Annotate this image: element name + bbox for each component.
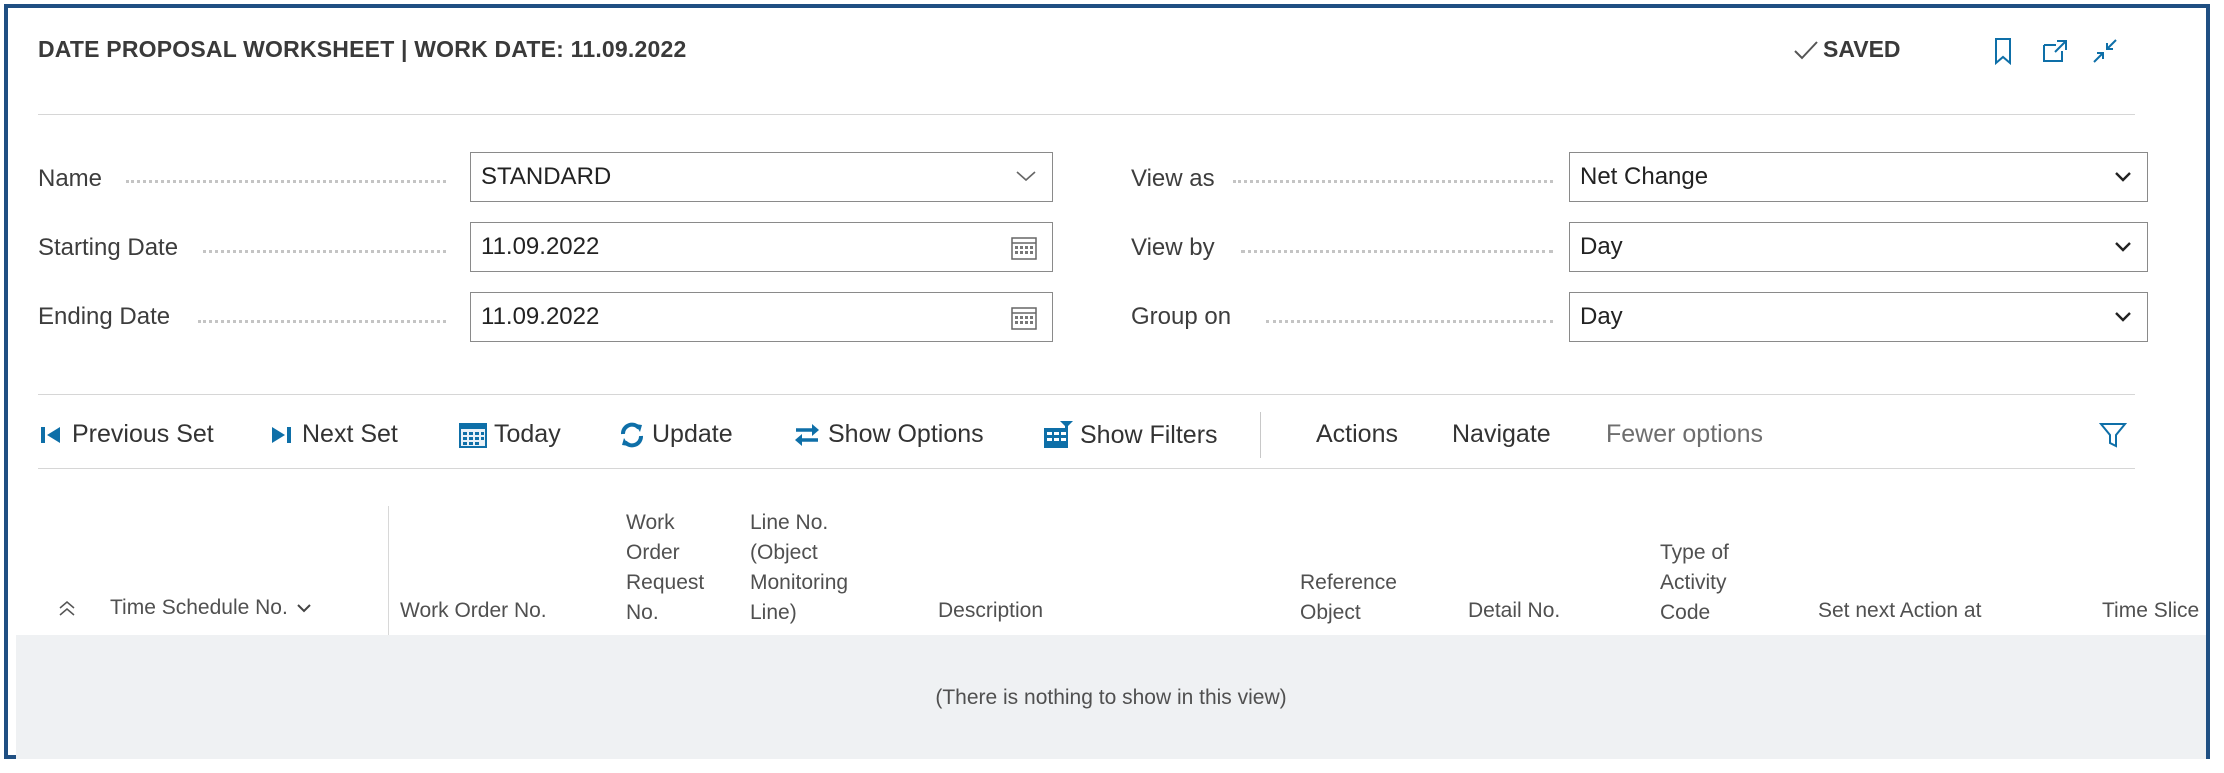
filter-icon[interactable] [2098,420,2128,450]
refresh-icon [621,422,643,447]
list-body: (There is nothing to show in this view) [16,635,2206,759]
view-as-value: Net Change [1580,163,1709,190]
empty-state-message: (There is nothing to show in this view) [935,686,1287,709]
chevron-down-icon[interactable] [2113,240,2133,254]
header-line: Line No. [750,511,829,534]
column-header-reference-object[interactable]: Reference Object [1300,568,1397,628]
open-new-window-icon[interactable] [2040,36,2070,66]
fewer-options-label: Fewer options [1606,420,1764,448]
today-button[interactable]: Today [458,420,561,449]
column-header-work-order-no[interactable]: Work Order No. [400,596,547,626]
column-divider [388,506,389,635]
calendar-icon[interactable] [1010,305,1038,331]
column-header-time-slice[interactable]: Time Slice [2102,596,2199,626]
bookmark-icon[interactable] [1988,36,2018,66]
column-header-description[interactable]: Description [938,596,1043,626]
starting-date-value: 11.09.2022 [481,233,600,260]
header-line: Work [626,511,675,534]
chevron-down-icon[interactable] [2113,310,2133,324]
page-title: DATE PROPOSAL WORKSHEET | WORK DATE: 11.… [38,36,687,62]
column-header-detail-no[interactable]: Detail No. [1468,596,1560,626]
column-header-set-next-action-at[interactable]: Set next Action at [1818,596,1981,626]
previous-set-button[interactable]: Previous Set [38,420,214,449]
column-header-line-no[interactable]: Line No. (Object Monitoring Line) [750,508,848,628]
leader-dots [198,320,446,323]
view-by-value: Day [1580,233,1623,260]
header-line: No. [626,601,659,624]
leader-dots [1266,320,1553,323]
checkmark-icon [1794,40,1818,59]
ending-date-label: Ending Date [38,303,171,330]
calendar-icon[interactable] [1010,235,1038,261]
chevron-down-icon[interactable] [2113,170,2133,184]
collapse-icon[interactable] [2090,36,2120,66]
toolbar-top-divider [38,394,2135,395]
actions-label: Actions [1316,420,1398,448]
header-line: Activity [1660,571,1727,594]
group-on-label: Group on [1131,303,1232,330]
next-set-button[interactable]: Next Set [268,420,398,449]
show-filters-button[interactable]: Show Filters [1042,420,1218,450]
view-by-select[interactable]: Day [1569,222,2148,272]
header-line: Reference [1300,571,1397,594]
show-options-button[interactable]: Show Options [792,420,984,449]
header-line: Monitoring [750,571,849,594]
header-line: (Object [750,541,818,564]
actions-menu[interactable]: Actions [1316,420,1398,449]
header-line: Type of [1660,541,1729,564]
header-line: Line) [750,601,797,624]
next-set-icon [272,426,291,443]
view-by-label: View by [1131,234,1215,261]
header-line: Object [1300,601,1361,624]
calendar-today-icon [459,422,487,448]
navigate-menu[interactable]: Navigate [1452,420,1551,449]
show-options-label: Show Options [828,420,984,448]
saved-status: SAVED [1793,36,1901,63]
name-field[interactable]: STANDARD [470,152,1053,202]
previous-set-icon [41,426,60,443]
header-line: Order [626,541,680,564]
today-label: Today [494,420,561,448]
header-divider [38,114,2135,115]
toolbar-separator [1260,412,1261,458]
starting-date-field[interactable]: 11.09.2022 [470,222,1053,272]
next-set-label: Next Set [302,420,398,448]
saved-label: SAVED [1823,36,1901,62]
chevron-down-icon[interactable] [1014,168,1038,184]
show-filters-icon [1044,421,1073,448]
update-button[interactable]: Update [618,420,733,449]
name-value: STANDARD [481,163,612,190]
previous-set-label: Previous Set [72,420,214,448]
leader-dots [203,250,446,253]
fewer-options-button[interactable]: Fewer options [1606,420,1763,449]
starting-date-label: Starting Date [38,234,179,261]
column-header-type-of-activity-code[interactable]: Type of Activity Code [1660,538,1729,628]
collapse-all-icon[interactable] [56,598,78,620]
chevron-down-icon[interactable] [296,602,312,614]
toolbar-bottom-divider [38,468,2135,469]
leader-dots [1241,250,1553,253]
column-header-work-order-request-no[interactable]: Work Order Request No. [626,508,704,628]
group-on-select[interactable]: Day [1569,292,2148,342]
leader-dots [1233,180,1553,183]
time-schedule-no-label: Time Schedule No. [110,596,288,619]
update-label: Update [652,420,733,448]
worksheet-window: DATE PROPOSAL WORKSHEET | WORK DATE: 11.… [4,4,2210,759]
header-line: Code [1660,601,1711,624]
group-on-value: Day [1580,303,1623,330]
leader-dots [126,180,446,183]
column-header-time-schedule-no[interactable]: Time Schedule No. [110,593,312,623]
show-filters-label: Show Filters [1080,420,1218,449]
header-line: Request [626,571,705,594]
ending-date-value: 11.09.2022 [481,303,600,330]
name-label: Name [38,165,103,192]
view-as-label: View as [1131,165,1215,192]
ending-date-field[interactable]: 11.09.2022 [470,292,1053,342]
navigate-label: Navigate [1452,420,1551,448]
view-as-select[interactable]: Net Change [1569,152,2148,202]
swap-arrows-icon [795,423,819,446]
